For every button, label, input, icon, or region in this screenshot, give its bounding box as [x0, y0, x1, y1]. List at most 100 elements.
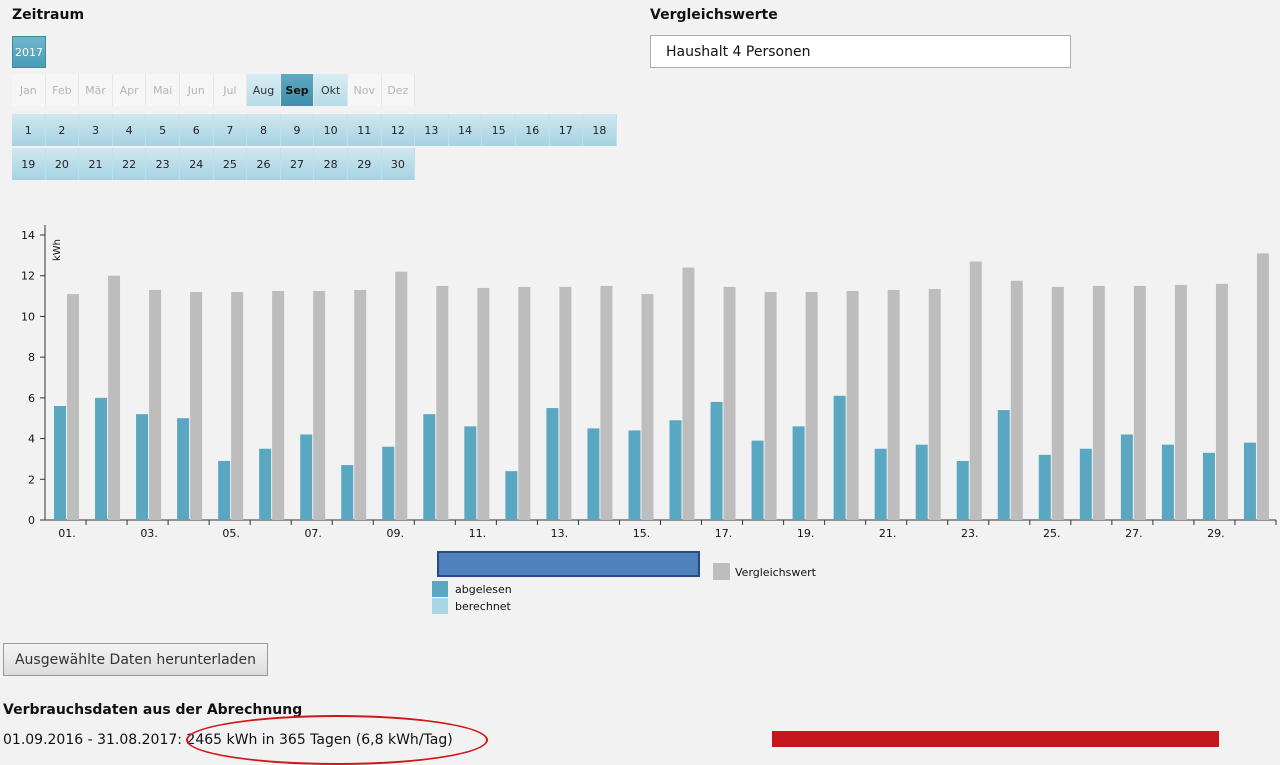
consumption-red-bar [772, 731, 1219, 747]
bar-vergleichswert-8 [354, 289, 367, 520]
day-21[interactable]: 21 [79, 148, 113, 180]
x-tick-label: 27. [1125, 527, 1143, 540]
day-27[interactable]: 27 [280, 148, 315, 180]
y-tick-label: 6 [28, 392, 35, 405]
bar-vergleichswert-21 [887, 289, 900, 520]
bar-abgelesen-19 [792, 426, 805, 520]
vergleichswert-select[interactable]: Haushalt 4 Personen [650, 35, 1071, 68]
month-mai: Mai [146, 74, 180, 106]
bar-abgelesen-22 [915, 444, 928, 520]
zeitraum-title: Zeitraum [12, 7, 85, 23]
day-2[interactable]: 2 [45, 114, 80, 146]
legend-label-abgelesen: abgelesen [455, 583, 512, 596]
day-30[interactable]: 30 [381, 148, 416, 180]
bar-vergleichswert-6 [272, 290, 285, 520]
day-selector-row-2: 19 20 21 22 23 24 25 26 27 28 29 30 [12, 148, 416, 180]
bar-abgelesen-16 [669, 420, 682, 520]
day-16[interactable]: 16 [515, 114, 550, 146]
day-22[interactable]: 22 [112, 148, 147, 180]
day-6[interactable]: 6 [179, 114, 214, 146]
day-29[interactable]: 29 [347, 148, 382, 180]
bar-abgelesen-25 [1038, 454, 1051, 520]
day-24[interactable]: 24 [179, 148, 214, 180]
x-tick-label: 09. [387, 527, 405, 540]
month-jul: Jul [213, 74, 248, 106]
bar-abgelesen-17 [710, 401, 723, 520]
day-7[interactable]: 7 [213, 114, 248, 146]
day-20[interactable]: 20 [45, 148, 80, 180]
bar-abgelesen-27 [1120, 434, 1133, 520]
bar-vergleichswert-11 [477, 287, 490, 520]
bar-vergleichswert-1 [67, 294, 79, 520]
y-tick-label: 14 [21, 229, 35, 242]
bar-abgelesen-30 [1243, 442, 1256, 520]
bar-vergleichswert-23 [969, 261, 982, 520]
legend-label-vergleichswert: Vergleichswert [735, 566, 816, 579]
day-11[interactable]: 11 [347, 114, 382, 146]
x-tick-label: 29. [1207, 527, 1225, 540]
bar-abgelesen-11 [464, 426, 477, 520]
x-tick-label: 05. [222, 527, 240, 540]
day-9[interactable]: 9 [280, 114, 315, 146]
day-13[interactable]: 13 [415, 114, 449, 146]
legend-swatch-abgelesen [432, 581, 448, 597]
month-okt[interactable]: Okt [314, 74, 348, 106]
day-14[interactable]: 14 [448, 114, 483, 146]
month-jun: Jun [179, 74, 214, 106]
day-10[interactable]: 10 [314, 114, 348, 146]
day-19[interactable]: 19 [12, 148, 46, 180]
bar-vergleichswert-10 [436, 285, 449, 520]
day-5[interactable]: 5 [146, 114, 180, 146]
day-26[interactable]: 26 [247, 148, 281, 180]
day-4[interactable]: 4 [112, 114, 147, 146]
bar-abgelesen-12 [505, 471, 518, 520]
legend-label-berechnet: berechnet [455, 600, 511, 613]
month-sep[interactable]: Sep [280, 74, 315, 106]
y-tick-label: 0 [28, 514, 35, 527]
day-17[interactable]: 17 [549, 114, 584, 146]
day-28[interactable]: 28 [314, 148, 348, 180]
y-axis-label: kWh [52, 239, 63, 261]
month-nov: Nov [347, 74, 382, 106]
bar-abgelesen-4 [177, 418, 190, 520]
bar-vergleichswert-7 [313, 290, 326, 520]
bar-abgelesen-20 [833, 395, 846, 520]
day-8[interactable]: 8 [247, 114, 281, 146]
day-12[interactable]: 12 [381, 114, 416, 146]
x-tick-label: 03. [140, 527, 158, 540]
download-button[interactable]: Ausgewählte Daten herunterladen [3, 643, 268, 676]
day-25[interactable]: 25 [213, 148, 248, 180]
highlight-ellipse [186, 715, 488, 765]
bar-vergleichswert-25 [1051, 286, 1064, 520]
x-tick-label: 13. [551, 527, 569, 540]
day-3[interactable]: 3 [79, 114, 113, 146]
legend-range-slider[interactable] [437, 551, 700, 577]
x-tick-label: 11. [469, 527, 487, 540]
bar-abgelesen-2 [95, 397, 108, 520]
bar-vergleichswert-24 [1010, 280, 1023, 520]
year-button-2017[interactable]: 2017 [12, 36, 46, 68]
y-tick-label: 12 [21, 270, 35, 283]
bar-abgelesen-9 [382, 446, 395, 520]
bar-vergleichswert-16 [682, 267, 695, 520]
day-23[interactable]: 23 [146, 148, 180, 180]
bar-vergleichswert-19 [805, 292, 818, 520]
month-aug[interactable]: Aug [247, 74, 281, 106]
day-18[interactable]: 18 [583, 114, 617, 146]
month-feb: Feb [45, 74, 80, 106]
y-tick-label: 10 [21, 310, 35, 323]
legend-swatch-berechnet [432, 598, 448, 614]
bar-abgelesen-21 [874, 448, 887, 520]
bar-abgelesen-7 [300, 434, 313, 520]
bar-vergleichswert-22 [928, 288, 941, 520]
bar-abgelesen-6 [259, 448, 272, 520]
x-tick-label: 25. [1043, 527, 1061, 540]
day-15[interactable]: 15 [482, 114, 516, 146]
bar-abgelesen-15 [628, 430, 641, 520]
day-1[interactable]: 1 [12, 114, 46, 146]
month-apr: Apr [112, 74, 147, 106]
bar-vergleichswert-13 [559, 286, 572, 520]
bar-vergleichswert-4 [190, 292, 203, 520]
month-jan: Jan [12, 74, 46, 106]
x-tick-label: 19. [797, 527, 815, 540]
